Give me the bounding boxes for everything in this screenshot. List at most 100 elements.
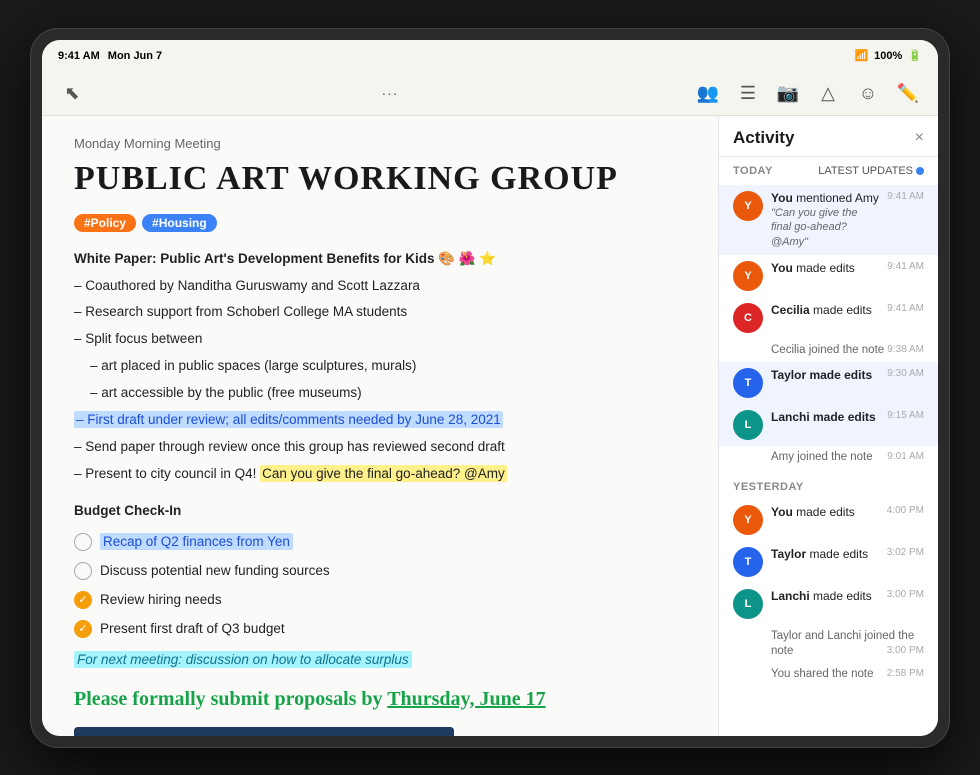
you-edits-yesterday-time: 4:00 PM bbox=[887, 505, 924, 516]
art1: – art placed in public spaces (large scu… bbox=[74, 355, 686, 378]
white-paper-title: White Paper: Public Art's Development Be… bbox=[74, 248, 686, 271]
avatar-you-1: Y bbox=[733, 191, 763, 221]
activity-text-4: Taylor made edits bbox=[771, 368, 879, 384]
mentioned-text: You mentioned Amy bbox=[771, 191, 879, 207]
ipad-screen: 9:41 AM Mon Jun 7 📶 100% 🔋 ⬉ ··· 👥 ☰ 📷 △ bbox=[42, 40, 938, 736]
blue-dot bbox=[916, 167, 924, 175]
avatar-lanchi-1: L bbox=[733, 410, 763, 440]
more-icon[interactable]: ··· bbox=[382, 85, 399, 101]
coauthored: – Coauthored by Nanditha Guruswamy and S… bbox=[74, 275, 686, 298]
activity-item-lanchi: L Lanchi made edits 9:15 AM bbox=[719, 404, 938, 446]
check-4[interactable]: ✓ bbox=[74, 620, 92, 638]
proposal-text: Please formally submit proposals by Thur… bbox=[74, 688, 686, 711]
checklist-text-4: Present first draft of Q3 budget bbox=[100, 618, 285, 641]
note-content: White Paper: Public Art's Development Be… bbox=[74, 248, 686, 672]
avatar-you-3: Y bbox=[733, 505, 763, 535]
check-1[interactable] bbox=[74, 533, 92, 551]
art2: – art accessible by the public (free mus… bbox=[74, 382, 686, 405]
checklist-item-4: ✓ Present first draft of Q3 budget bbox=[74, 618, 686, 641]
activity-sub-header: TODAY LATEST UPDATES bbox=[719, 157, 938, 181]
collaborators-icon[interactable]: 👥 bbox=[694, 79, 722, 107]
avatar-taylor-1: T bbox=[733, 368, 763, 398]
camera-icon[interactable]: 📷 bbox=[774, 79, 802, 107]
mentioned-time: 9:41 AM bbox=[887, 191, 924, 202]
activity-panel: Activity × TODAY LATEST UPDATES Y bbox=[718, 116, 938, 736]
checklist-item-1: Recap of Q2 finances from Yen bbox=[74, 531, 686, 554]
toolbar-center: ··· bbox=[382, 85, 399, 101]
lanchi-edits-yesterday-text: Lanchi made edits bbox=[771, 589, 879, 605]
taylor-lanchi-time: 3:00 PM bbox=[887, 644, 924, 657]
status-left: 9:41 AM Mon Jun 7 bbox=[58, 50, 162, 62]
present: – Present to city council in Q4! Can you… bbox=[74, 463, 686, 486]
activity-text-8: Lanchi made edits bbox=[771, 589, 879, 605]
checklist-item-3: ✓ Review hiring needs bbox=[74, 589, 686, 612]
taylor-edits-text: Taylor made edits bbox=[771, 368, 879, 384]
check-2[interactable] bbox=[74, 562, 92, 580]
lanchi-edits-yesterday-time: 3:00 PM bbox=[887, 589, 924, 600]
emoji-icon[interactable]: ☺ bbox=[854, 79, 882, 107]
you-shared-time: 2:58 PM bbox=[887, 667, 924, 680]
activity-header: Activity × bbox=[719, 116, 938, 157]
markup-icon[interactable]: △ bbox=[814, 79, 842, 107]
taylor-lanchi-joined: Taylor and Lanchi joined the note 3:00 P… bbox=[719, 625, 938, 663]
compose-icon[interactable]: ✏️ bbox=[894, 79, 922, 107]
amy-joined-time: 9:01 AM bbox=[887, 450, 924, 463]
you-shared: You shared the note 2:58 PM bbox=[719, 663, 938, 686]
mentioned-quote: "Can you give the final go-ahead? @Amy" bbox=[771, 206, 879, 249]
tag-housing: #Housing bbox=[142, 214, 217, 232]
latest-updates-label: LATEST UPDATES bbox=[818, 165, 913, 177]
ipad-frame: 9:41 AM Mon Jun 7 📶 100% 🔋 ⬉ ··· 👥 ☰ 📷 △ bbox=[30, 28, 950, 748]
checklist-item-2: Discuss potential new funding sources bbox=[74, 560, 686, 583]
activity-text-3: Cecilia made edits bbox=[771, 303, 879, 319]
activity-item-you-yesterday: Y You made edits 4:00 PM bbox=[719, 499, 938, 541]
yesterday-label: YESTERDAY bbox=[733, 481, 804, 493]
activity-text-1: You mentioned Amy "Can you give the fina… bbox=[771, 191, 879, 249]
toolbar: ⬉ ··· 👥 ☰ 📷 △ ☺ ✏️ bbox=[42, 72, 938, 116]
next-meeting: For next meeting: discussion on how to a… bbox=[74, 649, 686, 672]
checklist-text-3: Review hiring needs bbox=[100, 589, 222, 612]
activity-text-6: You made edits bbox=[771, 505, 879, 521]
activity-item-lanchi-yesterday: L Lanchi made edits 3:00 PM bbox=[719, 583, 938, 625]
latest-updates-button[interactable]: LATEST UPDATES bbox=[818, 165, 924, 177]
note-title: Public Art Working Group bbox=[74, 159, 686, 198]
tag-policy: #Policy bbox=[74, 214, 136, 232]
note-area[interactable]: Monday Morning Meeting Public Art Workin… bbox=[42, 116, 718, 736]
avatar-you-2: Y bbox=[733, 261, 763, 291]
activity-text-7: Taylor made edits bbox=[771, 547, 879, 563]
avatar-taylor-2: T bbox=[733, 547, 763, 577]
activity-item-mentioned: Y You mentioned Amy "Can you give the fi… bbox=[719, 185, 938, 255]
tags-line: #Policy #Housing bbox=[74, 214, 686, 232]
status-bar: 9:41 AM Mon Jun 7 📶 100% 🔋 bbox=[42, 40, 938, 72]
status-right: 📶 100% 🔋 bbox=[854, 49, 922, 62]
wifi-icon: 📶 bbox=[854, 49, 868, 62]
checklist: Recap of Q2 finances from Yen Discuss po… bbox=[74, 531, 686, 641]
lanchi-edits-text: Lanchi made edits bbox=[771, 410, 879, 426]
close-button[interactable]: × bbox=[915, 129, 924, 147]
activity-text-5: Lanchi made edits bbox=[771, 410, 879, 426]
avatar-cecilia: C bbox=[733, 303, 763, 333]
checklist-icon[interactable]: ☰ bbox=[734, 79, 762, 107]
activity-feed[interactable]: Y You mentioned Amy "Can you give the fi… bbox=[719, 181, 938, 736]
back-icon[interactable]: ⬉ bbox=[58, 79, 86, 107]
toolbar-right: 👥 ☰ 📷 △ ☺ ✏️ bbox=[694, 79, 922, 107]
send-paper: – Send paper through review once this gr… bbox=[74, 436, 686, 459]
yesterday-section: YESTERDAY bbox=[719, 469, 938, 499]
taylor-edits-yesterday-time: 3:02 PM bbox=[887, 547, 924, 558]
you-edits-text: You made edits bbox=[771, 261, 879, 277]
avatar-lanchi-2: L bbox=[733, 589, 763, 619]
mural-svg bbox=[74, 727, 454, 736]
note-image bbox=[74, 727, 454, 736]
checklist-text-2: Discuss potential new funding sources bbox=[100, 560, 330, 583]
note-subtitle: Monday Morning Meeting bbox=[74, 136, 686, 151]
cecilia-edits-time: 9:41 AM bbox=[887, 303, 924, 314]
main-area: Monday Morning Meeting Public Art Workin… bbox=[42, 116, 938, 736]
activity-item-you-edits: Y You made edits 9:41 AM bbox=[719, 255, 938, 297]
you-edits-yesterday-text: You made edits bbox=[771, 505, 879, 521]
cecilia-joined-time: 9:38 AM bbox=[887, 343, 924, 356]
cecilia-edits-text: Cecilia made edits bbox=[771, 303, 879, 319]
activity-item-cecilia-edits: C Cecilia made edits 9:41 AM bbox=[719, 297, 938, 339]
check-3[interactable]: ✓ bbox=[74, 591, 92, 609]
toolbar-left: ⬉ bbox=[58, 79, 86, 107]
battery-icon: 🔋 bbox=[908, 49, 922, 62]
taylor-edits-yesterday-text: Taylor made edits bbox=[771, 547, 879, 563]
